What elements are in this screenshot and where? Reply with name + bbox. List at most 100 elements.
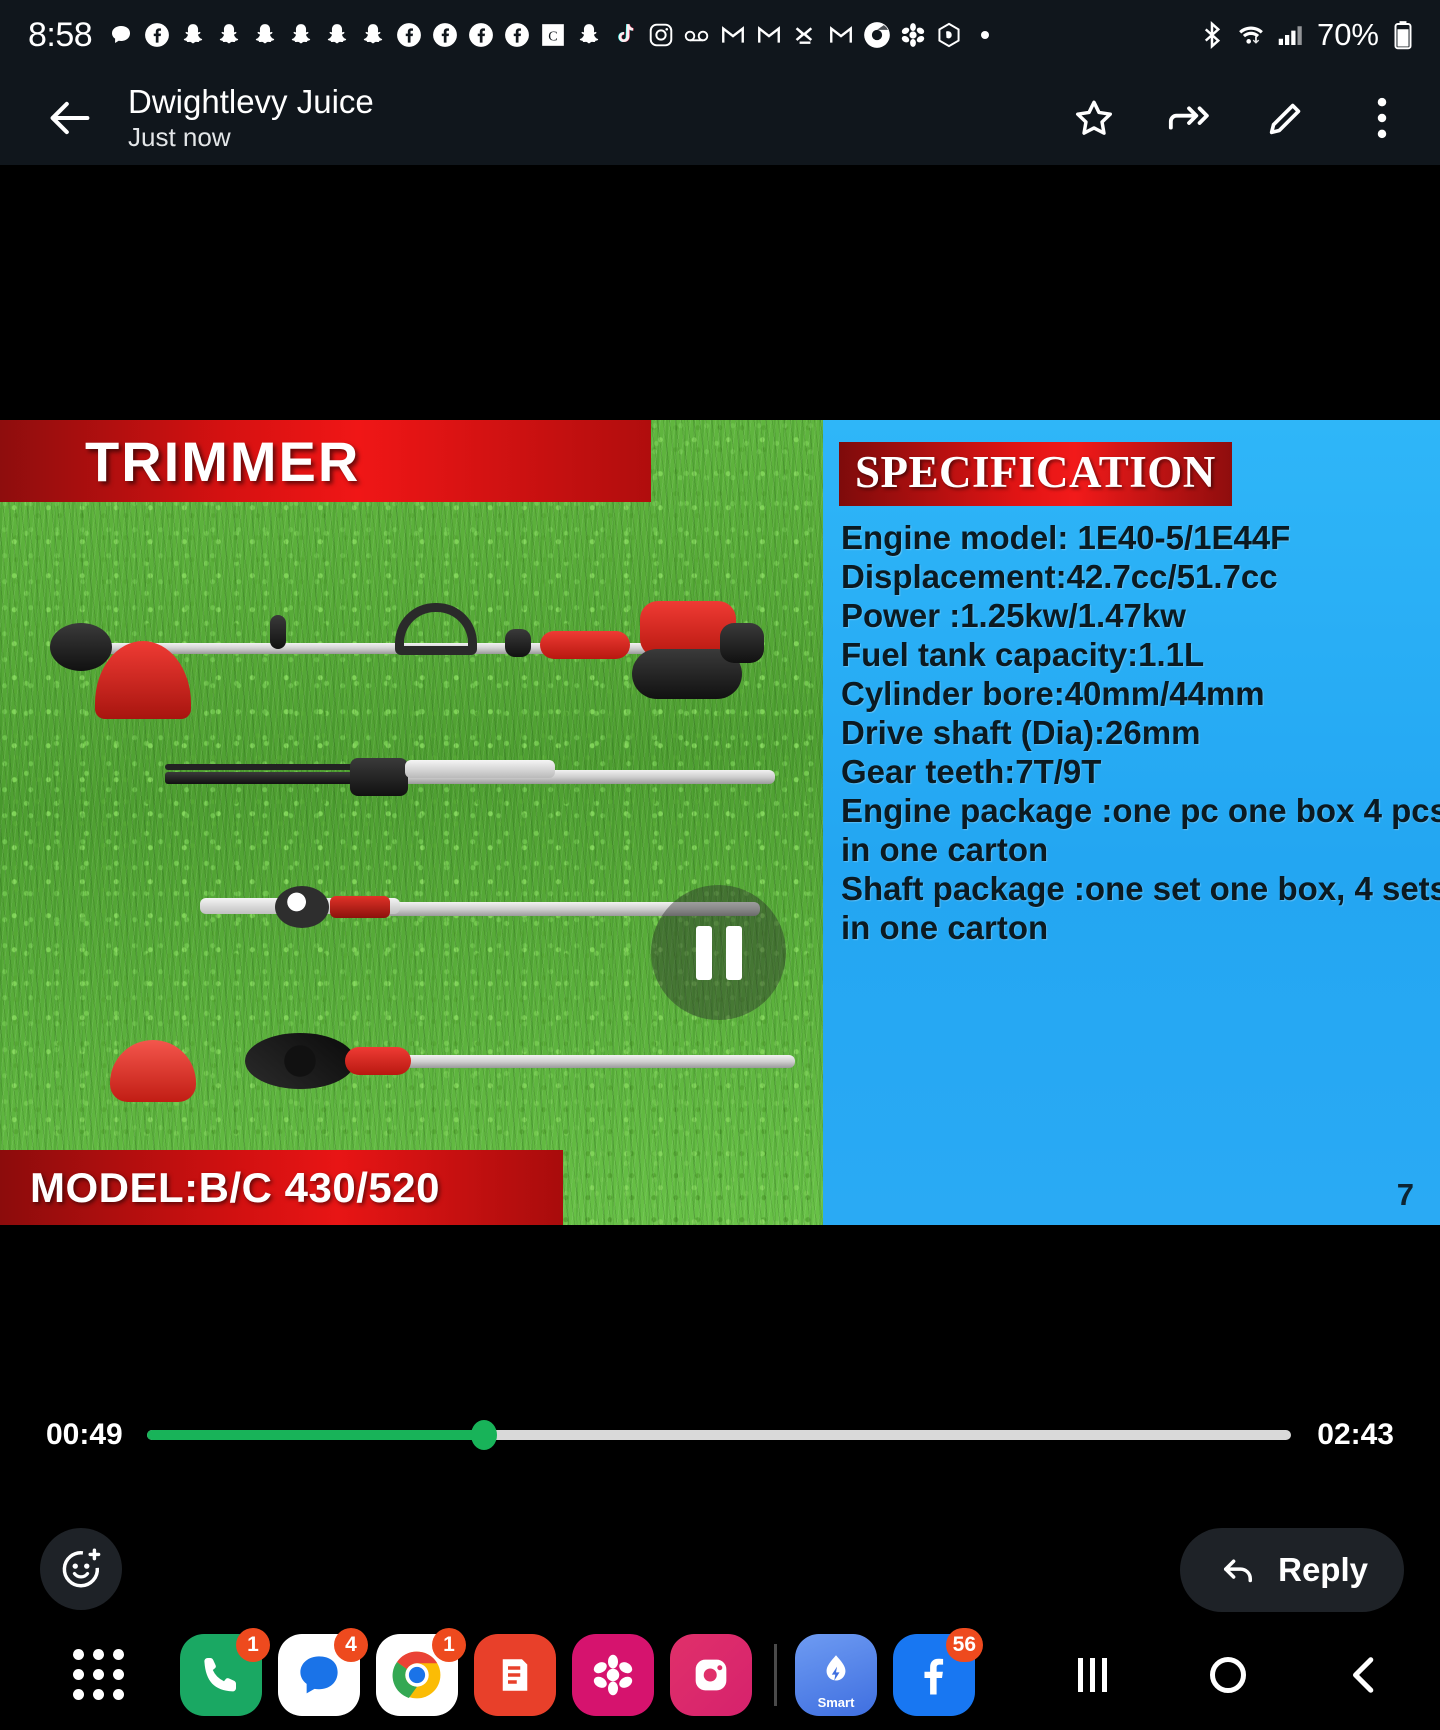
instagram-icon [646,20,676,50]
tiktok-icon [610,20,640,50]
specification-panel: SPECIFICATION Engine model: 1E40-5/1E44F… [823,420,1440,1225]
spec-line: Fuel tank capacity:1.1L [841,636,1205,673]
progress-slider[interactable] [146,1420,1292,1450]
notification-icon-tray[interactable]: C [106,20,1197,50]
facebook-icon [430,20,460,50]
spec-line: Cylinder bore:40mm/44mm [841,675,1265,712]
trimmer-unit-4 [245,1025,795,1095]
gmail-icon [718,20,748,50]
chat-bubble-icon [106,20,136,50]
snapchat-icon [358,20,388,50]
chrome-app-icon[interactable]: 1 [376,1628,466,1716]
overflow-menu-icon[interactable] [1356,92,1408,144]
messenger-kids-icon [790,20,820,50]
slide-page-number: 7 [1396,1177,1414,1212]
spec-line: Drive shaft (Dia):26mm [841,714,1201,751]
phone-app-icon[interactable]: 1 [180,1628,270,1716]
voicemail-icon [682,20,712,50]
spec-line: Displacement:42.7cc/51.7cc [841,558,1278,595]
spec-line: in one carton [841,909,1049,946]
edit-icon[interactable] [1260,92,1312,144]
back-arrow-icon[interactable] [40,88,100,148]
trimmer-title-text: TRIMMER [85,429,361,493]
snapchat-icon [178,20,208,50]
video-player-stage[interactable]: TRIMMER MODEL:B/C 430/520 SPECIFICATION … [0,165,1440,1275]
trimmer-unit-2 [165,750,775,806]
bluetooth-icon [1197,20,1227,50]
app-bar-actions [1068,92,1408,144]
pause-button[interactable] [651,885,786,1020]
photos-app-icon[interactable] [572,1634,654,1716]
facebook-icon [394,20,424,50]
system-status-icons: 70% [1197,17,1418,53]
app-dock: 1 4 1 Smart 56 [0,1620,1440,1730]
trimmer-unit-1 [40,595,780,719]
notes-app-icon[interactable] [474,1634,556,1716]
model-banner: MODEL:B/C 430/520 [0,1150,563,1225]
reply-arrow-icon [1216,1548,1260,1592]
specification-list: Engine model: 1E40-5/1E44F Displacement:… [837,518,1440,947]
spool-head [110,1040,196,1102]
spec-line: Gear teeth:7T/9T [841,753,1102,790]
svg-text:C: C [548,28,557,44]
current-time-label: 00:49 [46,1418,123,1451]
progress-thumb[interactable] [471,1420,498,1450]
app-drawer-icon[interactable] [72,1648,126,1702]
battery-icon [1388,20,1418,50]
snapchat-icon [574,20,604,50]
snapchat-icon [286,20,316,50]
messages-app-icon[interactable]: 4 [278,1628,368,1716]
dock-divider [774,1644,777,1706]
spec-line: Engine model: 1E40-5/1E44F [841,519,1291,556]
pause-icon-bar-right [725,925,742,980]
recents-key[interactable] [1064,1647,1120,1703]
back-key[interactable] [1336,1647,1392,1703]
app-header-bar: Dwightlevy Juice Just now [0,70,1440,165]
badge-count: 4 [334,1628,368,1662]
badge-count: 56 [945,1628,983,1662]
smart-app-icon[interactable]: Smart [795,1634,877,1716]
snapchat-icon [214,20,244,50]
specification-title-banner: SPECIFICATION [839,442,1232,506]
progress-fill [146,1430,485,1440]
facebook-app-icon[interactable]: 56 [893,1628,983,1716]
battery-percent-label: 70% [1316,17,1379,52]
grass-texture [0,420,823,1225]
conversation-title-block: Dwightlevy Juice Just now [128,83,1068,153]
spec-line: Shaft package :one set one box, 4 sets [841,870,1440,907]
reply-button-label: Reply [1278,1551,1368,1588]
instagram-app-icon[interactable] [670,1634,752,1716]
gmail-icon [826,20,856,50]
spec-line: in one carton [841,831,1049,868]
spec-line: Power :1.25kw/1.47kw [841,597,1186,634]
add-reaction-icon[interactable] [40,1528,122,1610]
gmail-icon [754,20,784,50]
snapchat-icon [322,20,352,50]
status-bar: 8:58 C 70% [0,0,1440,70]
phone-screen: 8:58 C 70% Dwightlevy Juice Just now TRI… [0,0,1440,1730]
asterisk-icon [898,20,928,50]
hexagon-icon [934,20,964,50]
chase-icon: C [538,20,568,50]
star-icon[interactable] [1068,92,1120,144]
specification-title-text: SPECIFICATION [855,447,1216,497]
facebook-icon [502,20,532,50]
chrome-icon [862,20,892,50]
wifi-icon [1236,20,1266,50]
duration-label: 02:43 [1317,1418,1394,1451]
badge-count: 1 [236,1628,270,1662]
trimmer-unit-3 [180,880,760,934]
playback-seek-row: 00:49 02:43 [0,1385,1440,1485]
signal-icon [1275,20,1305,50]
navigation-keys [1064,1647,1392,1703]
product-photo: TRIMMER MODEL:B/C 430/520 [0,420,823,1225]
badge-count: 1 [432,1628,466,1662]
pause-icon-bar-left [695,925,712,980]
forward-icon[interactable] [1164,92,1216,144]
video-frame: TRIMMER MODEL:B/C 430/520 SPECIFICATION … [0,420,1440,1225]
home-key[interactable] [1200,1647,1256,1703]
status-clock: 8:58 [28,15,93,54]
message-timestamp: Just now [128,121,231,152]
reply-button[interactable]: Reply [1180,1528,1404,1612]
sender-name: Dwightlevy Juice [128,82,374,120]
